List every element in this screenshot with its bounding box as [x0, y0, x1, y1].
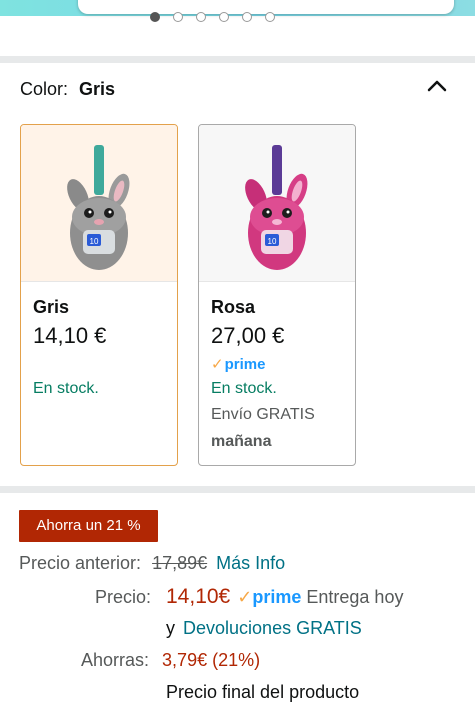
savings-label: Ahorras:	[81, 650, 150, 670]
prime-check-icon: ✓	[211, 356, 224, 373]
option-shipping-day: mañana	[211, 433, 272, 450]
carousel-dots[interactable]	[150, 12, 275, 26]
svg-text:10: 10	[268, 237, 277, 246]
returns-conjunction: y	[166, 618, 175, 638]
section-divider	[0, 486, 475, 493]
free-returns-link[interactable]: Devoluciones GRATIS	[183, 618, 362, 638]
option-stock: En stock.	[211, 380, 277, 397]
previous-price-value: 17,89€	[152, 553, 208, 573]
color-option-rosa[interactable]: 10 Rosa 27,00 € ✓prime En stock. Envío G…	[198, 124, 356, 466]
previous-price-label: Precio anterior:	[19, 553, 142, 573]
bunny-toy-image: 10	[245, 145, 308, 270]
carousel-dot[interactable]	[173, 12, 183, 22]
carousel-dot[interactable]	[219, 12, 229, 22]
price-label: Precio:	[95, 587, 152, 607]
returns-row: y Devoluciones GRATIS	[166, 618, 362, 639]
option-name: Rosa	[211, 297, 256, 317]
carousel-dot[interactable]	[265, 12, 275, 22]
carousel-dot[interactable]	[150, 12, 160, 22]
option-shipping: Envío GRATIS	[211, 406, 315, 423]
prime-badge: ✓prime	[211, 356, 266, 373]
previous-price-row: Precio anterior: 17,89€ Más Info	[19, 553, 285, 574]
bunny-toy-image: 10	[67, 145, 130, 270]
color-label: Color:	[20, 79, 69, 99]
svg-text:10: 10	[90, 237, 99, 246]
product-thumbnail-gris: 10	[21, 125, 177, 282]
carousel-dot[interactable]	[242, 12, 252, 22]
option-price: 27,00 €	[211, 323, 285, 348]
chevron-up-icon[interactable]	[426, 78, 448, 94]
image-carousel[interactable]	[0, 0, 475, 56]
option-price: 14,10 €	[33, 323, 107, 348]
more-info-link[interactable]: Más Info	[216, 553, 285, 573]
final-price-note: Precio final del producto	[166, 682, 360, 702]
delivery-text: Entrega hoy	[306, 587, 404, 607]
color-option-gris[interactable]: 10 Gris 14,10 € En stock.	[20, 124, 178, 466]
price-row: Precio:	[95, 587, 151, 608]
product-thumbnail-rosa: 10	[199, 125, 355, 282]
savings-row: Ahorras: 3,79€ (21%)	[81, 650, 260, 671]
option-name: Gris	[33, 297, 70, 317]
prime-check-icon: ✓	[237, 587, 253, 607]
price-details: 14,10€ ✓prime Entrega hoy	[166, 585, 403, 609]
savings-value: 3,79€ (21%)	[162, 650, 261, 670]
section-divider	[0, 56, 475, 63]
savings-badge: Ahorra un 21 %	[19, 510, 158, 542]
carousel-dot[interactable]	[196, 12, 206, 22]
prime-badge: ✓prime	[237, 587, 302, 607]
selected-color-value: Gris	[79, 79, 116, 99]
carousel-overlay-card	[78, 0, 454, 14]
current-price: 14,10€	[166, 585, 231, 608]
option-stock: En stock.	[33, 380, 99, 397]
color-selector-header[interactable]: Color: Gris	[20, 79, 115, 100]
